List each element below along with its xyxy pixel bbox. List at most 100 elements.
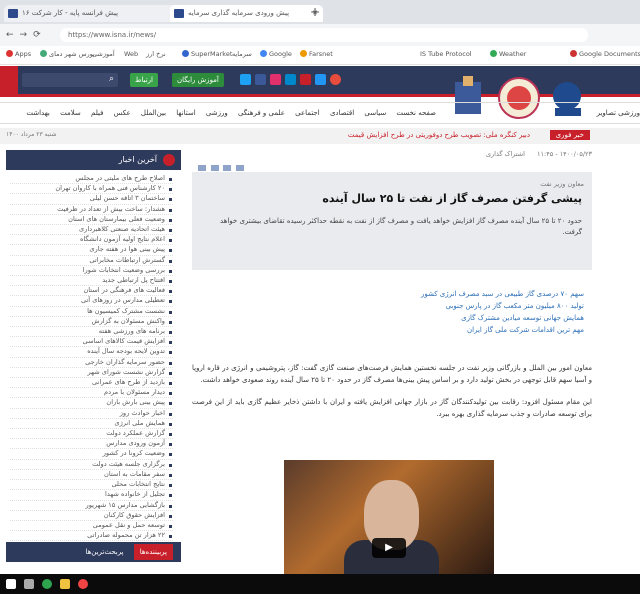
app-icon[interactable]: [78, 579, 88, 589]
bookmark[interactable]: Google: [260, 50, 292, 58]
tab-title: پیش فرانسه پایه - کار شرکت ۱۶: [22, 9, 119, 17]
nav-item[interactable]: سیاسی: [364, 109, 386, 117]
search-taskbar-icon[interactable]: [24, 579, 34, 589]
latest-news-item[interactable]: تجلیل از خانواده شهدا: [10, 490, 173, 501]
nav-item[interactable]: استانها: [176, 109, 195, 117]
latest-news-item[interactable]: گزارش نشست شورای شهر: [10, 368, 173, 379]
latest-news-item[interactable]: اعلام نتایج اولیه آزمون دانشگاه: [10, 235, 173, 246]
latest-news-item[interactable]: اصلاح طرح های ملیتی در مجلس: [10, 174, 173, 185]
navigation-arrows-icon[interactable]: ←→⟳: [6, 30, 47, 40]
bookmark[interactable]: Weather: [490, 50, 526, 58]
browser-tab[interactable]: پیش فرانسه پایه - کار شرکت ۱۶ ✕: [4, 5, 182, 22]
share-icon[interactable]: [235, 165, 244, 171]
latest-news-item[interactable]: افتتاح پل ارتباطی جدید: [10, 276, 173, 287]
browser-tab[interactable]: پیش ورودی سرمایه گذاری سرمایه ✕: [170, 5, 323, 22]
tab-most-viewed[interactable]: پربیننده‌ها: [133, 544, 173, 560]
latest-news-item[interactable]: همایش ملی انرژی: [10, 419, 173, 430]
latest-news-item[interactable]: وضعیت کرونا در کشور: [10, 449, 173, 460]
nav-item[interactable]: بین‌الملل: [141, 109, 166, 117]
bookmark[interactable]: Web: [124, 50, 138, 58]
instagram-icon[interactable]: [270, 74, 281, 85]
nav-item[interactable]: ورزشی: [618, 109, 640, 117]
contact-button[interactable]: ارتباط: [130, 73, 158, 87]
share-icon[interactable]: [223, 165, 232, 171]
latest-news-item[interactable]: ۲۰ کارشناس فنی همراه با کاروان تهران: [10, 184, 173, 195]
menu-icon[interactable]: [0, 66, 18, 94]
latest-news-item[interactable]: برگزاری جلسه هیئت دولت: [10, 460, 173, 470]
article-body: معاون امور بین الملل و بازرگانی وزیر نفت…: [192, 362, 592, 430]
related-link[interactable]: سهم ۷۰ درصدی گاز طبیعی در سبد مصرف انرژی…: [324, 288, 584, 300]
rss-icon[interactable]: [330, 74, 341, 85]
nav-item[interactable]: ورزشی: [206, 109, 228, 117]
latest-news-item[interactable]: دیدار مسئولان با مردم: [10, 388, 173, 399]
nav-item[interactable]: عکس: [114, 109, 131, 117]
bookmark[interactable]: نرخ ارز: [146, 50, 166, 58]
share-icon[interactable]: [210, 165, 219, 171]
nav-item[interactable]: صفحه نخست: [396, 109, 436, 117]
nav-item[interactable]: تصاویر: [597, 109, 616, 117]
bookmark[interactable]: Google Documents: [570, 50, 640, 58]
latest-news-item[interactable]: هشدار: ساخت بیش از تعداد در ظرفیت: [10, 205, 173, 215]
latest-news-item[interactable]: اخبار حوادث روز: [10, 409, 173, 419]
site-search-input[interactable]: ⌕: [22, 73, 118, 87]
latest-news-item[interactable]: نتایج انتخابات محلی: [10, 480, 173, 491]
aparat-icon[interactable]: [315, 74, 326, 85]
bookmark[interactable]: بورس شهر دمای: [40, 50, 95, 58]
latest-news-item[interactable]: پیش بینی بارش باران: [10, 398, 173, 409]
latest-news-item[interactable]: تدوین لایحه بودجه سال آینده: [10, 347, 173, 358]
bookmark[interactable]: Apps: [6, 50, 31, 58]
youtube-icon[interactable]: [300, 74, 311, 85]
latest-news-item[interactable]: آزمون ورودی مدارس: [10, 439, 173, 450]
latest-news-item[interactable]: وضعیت فعلی بیمارستان های استان: [10, 215, 173, 226]
latest-news-item[interactable]: بازدید از طرح های عمرانی: [10, 378, 173, 389]
latest-news-item[interactable]: هیئت اتحادیه صنعتی کلاهبرداری: [10, 225, 173, 236]
nav-item[interactable]: بهداشت: [26, 109, 50, 117]
latest-news-item[interactable]: حضور سرمایه گذاران خارجی: [10, 358, 173, 368]
chrome-icon[interactable]: [42, 579, 52, 589]
bookmark[interactable]: SuperMarket: [182, 50, 232, 58]
free-training-button[interactable]: آموزش رایگان: [172, 73, 224, 87]
breaking-news-link[interactable]: دبیر کنگره ملی: تصویب طرح دوفوریتی در طر…: [348, 131, 530, 139]
latest-news-item[interactable]: گسترش ارتباطات مخابراتی: [10, 256, 173, 266]
bookmark[interactable]: IS Tube Protocol: [420, 50, 472, 58]
facebook-icon[interactable]: [255, 74, 266, 85]
tab-most-discussed[interactable]: پربحث‌ترین‌ها: [85, 548, 123, 556]
latest-news-item[interactable]: بازگشایی مدارس ۱۵ شهریور: [10, 501, 173, 511]
latest-news-item[interactable]: تعطیلی مدارس در روزهای آتی: [10, 296, 173, 307]
bookmark[interactable]: سرمایه: [232, 50, 252, 58]
start-icon[interactable]: [6, 579, 16, 589]
latest-news-item[interactable]: سفر مقامات به استان: [10, 470, 173, 481]
play-icon[interactable]: ▶: [372, 538, 406, 558]
latest-news-item[interactable]: برنامه های ورزشی هفته: [10, 327, 173, 338]
url-input[interactable]: https://www.isna.ir/news/: [60, 28, 588, 42]
bookmark[interactable]: آموزشی: [92, 50, 115, 58]
new-tab-icon[interactable]: +: [310, 5, 320, 19]
latest-news-item[interactable]: واکنش مسئولان به گزارش: [10, 317, 173, 328]
search-icon[interactable]: ⌕: [109, 74, 114, 84]
twitter-icon[interactable]: [240, 74, 251, 85]
latest-news-item[interactable]: افزایش قیمت کالاهای اساسی: [10, 337, 173, 348]
nav-item[interactable]: اجتماعی: [295, 109, 320, 117]
telegram-icon[interactable]: [285, 74, 296, 85]
related-link[interactable]: تولید ۸۰۰ میلیون متر مکعب گاز در پارس جن…: [324, 300, 584, 312]
address-bar-row: ←→⟳ https://www.isna.ir/news/: [0, 24, 640, 47]
latest-news-item[interactable]: پیش بینی هوا در هفته جاری: [10, 245, 173, 256]
latest-news-item[interactable]: فعالیت های فرهنگی در استان: [10, 286, 173, 297]
nav-item[interactable]: اقتصادی: [330, 109, 354, 117]
nav-item[interactable]: سلامت: [60, 109, 81, 117]
nav-item[interactable]: فیلم: [91, 109, 103, 117]
video-player[interactable]: ▶: [284, 460, 494, 575]
folder-icon[interactable]: [60, 579, 70, 589]
nav-item[interactable]: علمی و فرهنگی: [238, 109, 285, 117]
latest-news-item[interactable]: بررسی وضعیت انتخابات شورا: [10, 266, 173, 277]
latest-news-item[interactable]: ۲۲ هزار تن محموله صادراتی: [10, 531, 173, 542]
related-link[interactable]: مهم ترین اقدامات شرکت ملی گاز ایران: [324, 324, 584, 336]
latest-news-item[interactable]: توسعه حمل و نقل عمومی: [10, 521, 173, 532]
latest-news-item[interactable]: افزایش حقوق کارکنان: [10, 511, 173, 521]
related-link[interactable]: همایش جهانی توسعه میادین مشترک گازی: [324, 312, 584, 324]
latest-news-item[interactable]: ساختمان ۳ اتاقه حسن لیلی: [10, 194, 173, 205]
bookmark[interactable]: Farsnet: [300, 50, 333, 58]
latest-news-item[interactable]: نشست مشترک کمیسیون ها: [10, 307, 173, 317]
share-icon[interactable]: [198, 165, 206, 171]
latest-news-item[interactable]: گزارش عملکرد دولت: [10, 429, 173, 440]
